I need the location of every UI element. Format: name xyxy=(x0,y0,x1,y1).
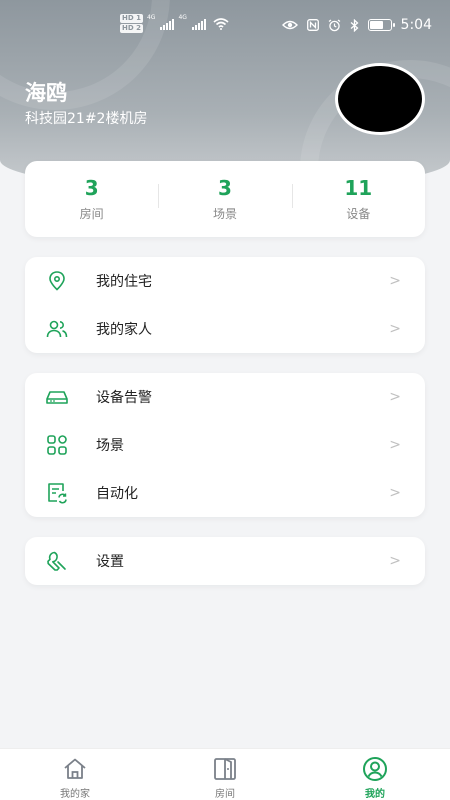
menu-item-my-residence[interactable]: 我的住宅 > xyxy=(25,257,425,305)
stat-value: 11 xyxy=(344,176,373,200)
wifi-icon xyxy=(213,17,229,30)
signal-icon xyxy=(191,18,206,30)
menu-group-devices: 设备告警 > 场景 > 自动化 > xyxy=(25,373,425,517)
wrench-icon xyxy=(47,551,66,571)
user-name: 海鸥 xyxy=(25,81,67,105)
hd-badge-2: HD 2 xyxy=(120,24,143,33)
nfc-icon xyxy=(306,19,319,31)
tab-mine[interactable]: 我的 xyxy=(300,749,450,800)
bottom-tab-bar: 我的家 房间 我的 xyxy=(0,748,450,800)
alarm-icon xyxy=(328,19,340,31)
device-alarm-icon xyxy=(46,391,68,404)
stat-label: 设备 xyxy=(346,207,371,221)
stat-rooms[interactable]: 3 房间 xyxy=(25,176,158,222)
battery-level xyxy=(369,21,383,29)
chevron-right-icon: > xyxy=(389,485,401,501)
people-icon xyxy=(46,320,68,338)
automation-icon xyxy=(48,483,67,504)
menu-group-settings: 设置 > xyxy=(25,537,425,585)
menu-item-scenes[interactable]: 场景 > xyxy=(25,421,425,469)
hd-badge-1: HD 1 xyxy=(120,14,143,23)
stat-scenes[interactable]: 3 场景 xyxy=(158,176,291,222)
menu-label: 自动化 xyxy=(96,486,138,502)
scene-grid-icon xyxy=(47,435,67,455)
hd-badge: HD 1 HD 2 xyxy=(120,14,143,33)
tab-my-home[interactable]: 我的家 xyxy=(0,749,150,800)
home-icon xyxy=(64,758,86,779)
location-pin-icon xyxy=(49,271,65,291)
bluetooth-icon xyxy=(350,18,359,32)
eye-icon xyxy=(281,20,298,30)
network-type-1: 4G xyxy=(146,14,156,21)
menu-label: 我的住宅 xyxy=(96,274,152,290)
stat-value: 3 xyxy=(84,176,99,200)
chevron-right-icon: > xyxy=(389,321,401,337)
menu-group-home: 我的住宅 > 我的家人 > xyxy=(25,257,425,353)
chevron-right-icon: > xyxy=(389,437,401,453)
door-icon xyxy=(214,758,236,780)
avatar[interactable] xyxy=(335,63,425,135)
network-type-2: 4G xyxy=(178,14,187,21)
stat-label: 房间 xyxy=(79,207,104,221)
chevron-right-icon: > xyxy=(389,389,401,405)
menu-item-automation[interactable]: 自动化 > xyxy=(25,469,425,517)
chevron-right-icon: > xyxy=(389,273,401,289)
menu-label: 设备告警 xyxy=(96,390,152,406)
tab-label: 我的家 xyxy=(60,789,90,800)
tab-label: 我的 xyxy=(365,789,385,800)
tab-rooms[interactable]: 房间 xyxy=(150,749,300,800)
user-location[interactable]: 科技园21#2楼机房 xyxy=(25,108,147,128)
chevron-right-icon: > xyxy=(389,553,401,569)
status-bar: HD 1 HD 2 4G 4G 5:04 xyxy=(0,0,450,52)
menu-label: 设置 xyxy=(96,554,124,570)
menu-label: 我的家人 xyxy=(96,322,152,338)
stat-value: 3 xyxy=(218,176,232,200)
user-icon xyxy=(363,757,387,781)
menu-item-device-alarm[interactable]: 设备告警 > xyxy=(25,373,425,421)
menu-label: 场景 xyxy=(96,438,124,454)
stat-label: 场景 xyxy=(212,207,237,221)
menu-item-my-family[interactable]: 我的家人 > xyxy=(25,305,425,353)
status-time: 5:04 xyxy=(400,17,432,33)
menu-item-settings[interactable]: 设置 > xyxy=(25,537,425,585)
tab-label: 房间 xyxy=(215,789,235,800)
signal-icon xyxy=(160,18,175,30)
battery-icon xyxy=(367,19,395,31)
stat-devices[interactable]: 11 设备 xyxy=(291,176,425,222)
stats-card: 3 房间 3 场景 11 设备 xyxy=(25,161,425,237)
